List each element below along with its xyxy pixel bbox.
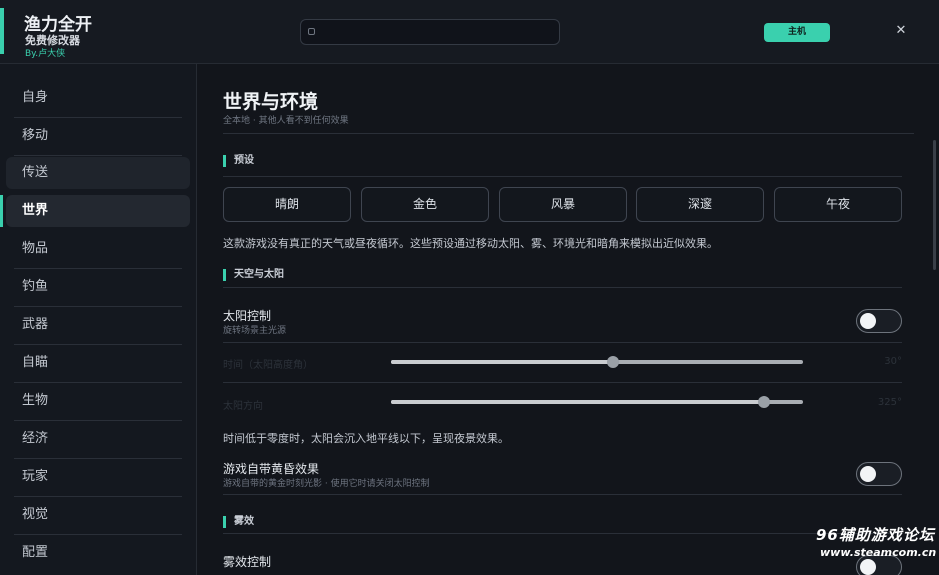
sidebar-item-label: 自身 [22, 90, 49, 105]
sidebar-item-label: 玩家 [22, 469, 49, 484]
sidebar-item-aimbot[interactable]: 自瞄 [6, 347, 190, 383]
sidebar-item-label: 生物 [22, 393, 49, 408]
sun-control-toggle[interactable] [856, 309, 902, 333]
divider [14, 534, 182, 535]
divider [14, 268, 182, 269]
sidebar-item-label: 物品 [22, 241, 49, 256]
section-title: 雾效 [234, 516, 254, 527]
divider [223, 342, 902, 343]
search-icon [308, 28, 315, 35]
preset-midnight-button[interactable]: 午夜 [774, 187, 902, 222]
divider [14, 306, 182, 307]
slider-fill [391, 400, 764, 404]
sidebar-item-items[interactable]: 物品 [6, 233, 190, 269]
dusk-label: 游戏自带黄昏效果 [223, 462, 320, 476]
sidebar-item-label: 经济 [22, 431, 49, 446]
watermark-title: 96辅助游戏论坛 [816, 526, 935, 544]
scrollbar[interactable] [933, 140, 936, 270]
divider [223, 533, 902, 534]
sidebar-item-self[interactable]: 自身 [6, 82, 190, 118]
watermark-url: www.steamcom.cn [820, 546, 937, 559]
section-title: 预设 [234, 155, 254, 166]
main-panel: 世界与环境 全本地 · 其他人看不到任何效果 预设 晴朗 金色 风暴 深邃 午夜… [198, 64, 939, 575]
sidebar-item-label: 视觉 [22, 507, 49, 522]
section-presets: 预设 [223, 155, 254, 167]
sidebar-item-label: 传送 [22, 165, 49, 180]
dusk-toggle[interactable] [856, 462, 902, 486]
active-indicator [0, 195, 3, 227]
toggle-knob [860, 466, 876, 482]
sidebar-item-label: 移动 [22, 128, 49, 143]
divider [223, 176, 902, 177]
preset-golden-button[interactable]: 金色 [361, 187, 489, 222]
toggle-knob [860, 313, 876, 329]
sun-note: 时间低于零度时，太阳会沉入地平线以下，呈现夜景效果。 [223, 432, 509, 445]
sidebar-item-players[interactable]: 玩家 [6, 461, 190, 497]
sidebar-item-label: 世界 [22, 203, 49, 218]
toggle-knob [860, 559, 876, 575]
time-slider-value: 30° [884, 356, 902, 367]
sidebar-item-teleport[interactable]: 传送 [6, 157, 190, 189]
section-fog: 雾效 [223, 516, 254, 528]
sidebar-item-visuals[interactable]: 视觉 [6, 499, 190, 535]
slider-thumb[interactable] [757, 396, 770, 408]
sidebar-item-label: 自瞄 [22, 355, 49, 370]
divider [223, 494, 902, 495]
dusk-sub: 游戏自带的黄金时刻光影 · 使用它时请关闭太阳控制 [223, 479, 430, 489]
section-title: 天空与太阳 [234, 269, 284, 280]
divider [14, 117, 182, 118]
page-subtitle: 全本地 · 其他人看不到任何效果 [223, 116, 349, 126]
divider [14, 155, 182, 156]
divider [223, 133, 914, 134]
sidebar-item-creatures[interactable]: 生物 [6, 385, 190, 421]
sidebar-item-movement[interactable]: 移动 [6, 120, 190, 156]
preset-deep-button[interactable]: 深邃 [636, 187, 764, 222]
sidebar-item-label: 武器 [22, 317, 49, 332]
sun-control-sub: 旋转场景主光源 [223, 326, 287, 336]
divider [14, 458, 182, 459]
slider-thumb[interactable] [607, 356, 620, 368]
sidebar-item-weapons[interactable]: 武器 [6, 309, 190, 345]
section-marker [223, 516, 226, 528]
preset-storm-button[interactable]: 风暴 [499, 187, 627, 222]
section-sky-sun: 天空与太阳 [223, 269, 284, 281]
sidebar-item-label: 配置 [22, 545, 49, 560]
time-slider[interactable] [391, 356, 803, 368]
sidebar-item-fishing[interactable]: 钓鱼 [6, 271, 190, 307]
presets-note: 这款游戏没有真正的天气或昼夜循环。这些预设通过移动太阳、雾、环境光和暗角来模拟出… [223, 237, 718, 250]
title-bar: 渔力全开 免费修改器 By.卢大侠 主机 ✕ [0, 0, 939, 64]
divider [223, 382, 902, 383]
sidebar-item-label: 钓鱼 [22, 279, 49, 294]
page-title: 世界与环境 [223, 91, 319, 113]
brand-accent-strip [0, 8, 4, 54]
sidebar: 自身 移动 传送 世界 物品 钓鱼 武器 自瞄 生物 经济 玩家 视觉 配置 [0, 64, 197, 575]
sun-direction-slider[interactable] [391, 396, 803, 408]
slider-fill [391, 360, 614, 364]
divider [14, 496, 182, 497]
host-button[interactable]: 主机 [764, 23, 830, 42]
sun-control-label: 太阳控制 [223, 309, 272, 323]
preset-clear-button[interactable]: 晴朗 [223, 187, 351, 222]
fog-control-label: 雾效控制 [223, 555, 272, 569]
sidebar-item-economy[interactable]: 经济 [6, 423, 190, 459]
divider [223, 287, 902, 288]
divider [14, 344, 182, 345]
close-icon[interactable]: ✕ [893, 22, 909, 40]
sidebar-item-world[interactable]: 世界 [6, 195, 190, 227]
search-input[interactable] [300, 19, 560, 45]
app-byline: By.卢大侠 [25, 49, 66, 59]
sun-direction-label: 太阳方向 [223, 401, 263, 412]
section-marker [223, 269, 226, 281]
sidebar-item-config[interactable]: 配置 [6, 537, 190, 569]
sun-direction-value: 325° [877, 397, 902, 408]
time-slider-label: 时间（太阳高度角） [223, 360, 313, 371]
divider [14, 382, 182, 383]
section-marker [223, 155, 226, 167]
divider [14, 420, 182, 421]
